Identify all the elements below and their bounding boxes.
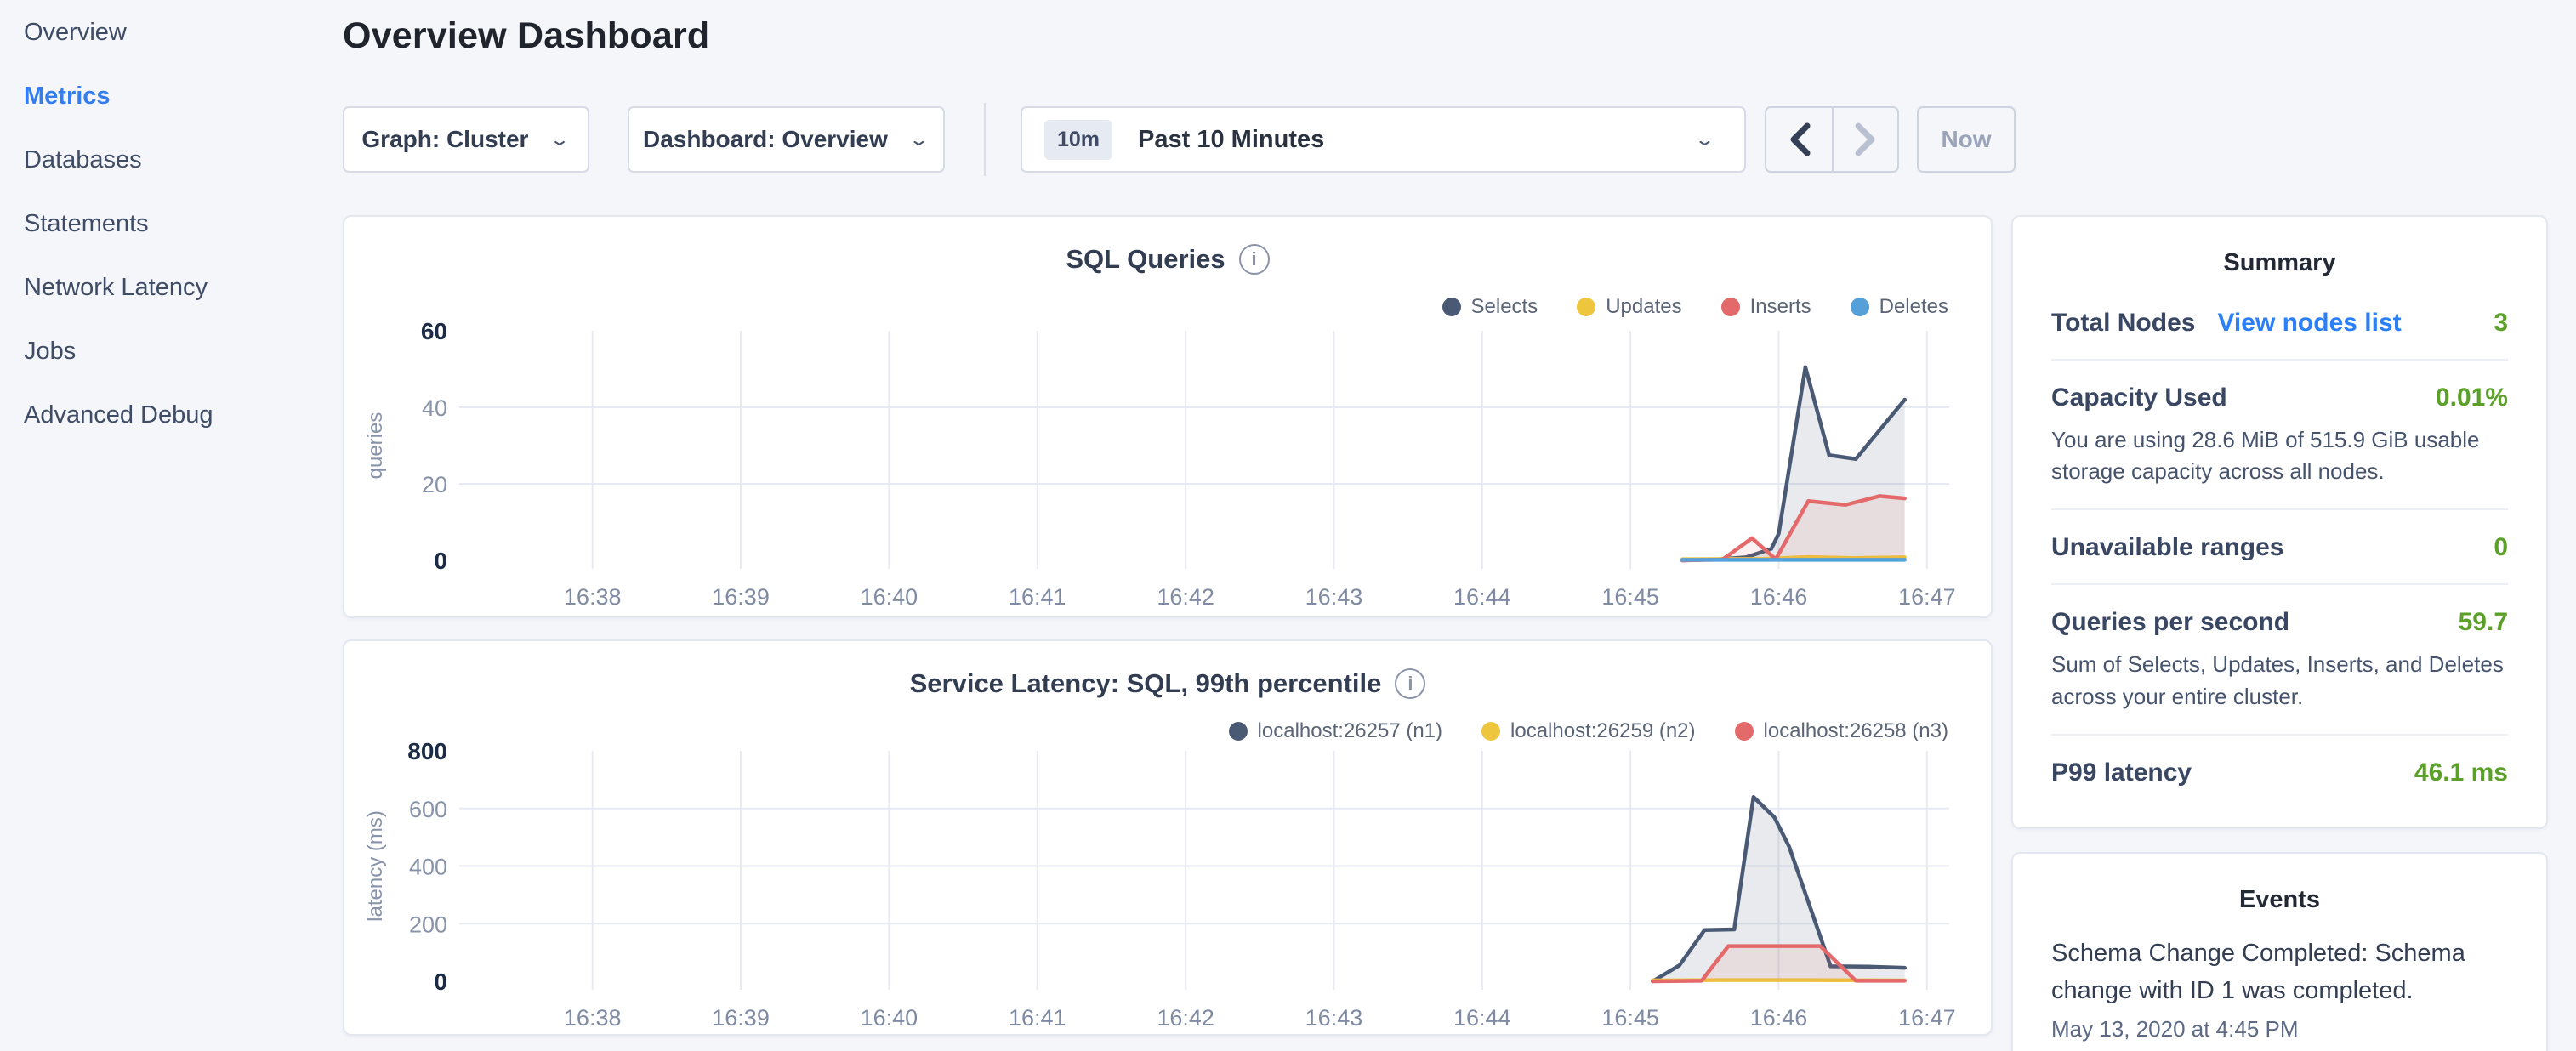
event-items: Schema Change Completed: Schema change w… bbox=[2051, 935, 2508, 1042]
summary-row-value: 0.01% bbox=[2436, 383, 2508, 412]
summary-panel: Summary Total Nodes View nodes list 3 Capac… bbox=[2011, 215, 2548, 829]
summary-row-description: Sum of Selects, Updates, Inserts, and De… bbox=[2051, 649, 2508, 712]
svg-text:16:42: 16:42 bbox=[1157, 584, 1214, 610]
svg-text:16:46: 16:46 bbox=[1750, 1005, 1808, 1031]
summary-row-value: 0 bbox=[2494, 533, 2508, 562]
main-content: Overview Dashboard Graph: Cluster ⌄ Dash… bbox=[343, 0, 1993, 57]
svg-text:200: 200 bbox=[409, 912, 447, 937]
page-title: Overview Dashboard bbox=[343, 15, 1993, 57]
sidebar: OverviewMetricsDatabasesStatementsNetwor… bbox=[0, 0, 340, 447]
toolbar-divider bbox=[984, 103, 986, 176]
svg-text:16:45: 16:45 bbox=[1601, 1005, 1659, 1031]
svg-text:0: 0 bbox=[434, 548, 447, 574]
event-message: Schema Change Completed: Schema change w… bbox=[2051, 935, 2508, 1009]
svg-text:queries: queries bbox=[364, 412, 387, 480]
summary-row-label: Total Nodes bbox=[2051, 309, 2195, 338]
events-title: Events bbox=[2051, 886, 2508, 914]
toolbar: Graph: Cluster ⌄ Dashboard: Overview ⌄ 1… bbox=[343, 106, 2016, 173]
svg-text:16:39: 16:39 bbox=[712, 1005, 770, 1031]
sidebar-item-statements[interactable]: Statements bbox=[0, 192, 340, 256]
time-step-back-button[interactable] bbox=[1766, 108, 1832, 171]
event-timestamp: May 13, 2020 at 4:45 PM bbox=[2051, 1016, 2508, 1042]
svg-text:60: 60 bbox=[421, 318, 447, 344]
chevron-left-icon bbox=[1788, 122, 1811, 156]
dashboard-dropdown-label: Dashboard: Overview bbox=[643, 126, 888, 153]
time-step-buttons bbox=[1765, 106, 1899, 173]
svg-text:latency (ms): latency (ms) bbox=[364, 810, 387, 922]
summary-row-label: Capacity Used bbox=[2051, 383, 2227, 412]
dashboard-dropdown[interactable]: Dashboard: Overview ⌄ bbox=[628, 106, 945, 173]
svg-text:16:38: 16:38 bbox=[564, 584, 622, 610]
sidebar-item-overview[interactable]: Overview bbox=[0, 1, 340, 65]
summary-row: Capacity Used 0.01% You are using 28.6 MiB… bbox=[2051, 359, 2508, 508]
svg-text:16:43: 16:43 bbox=[1305, 1005, 1363, 1031]
summary-row-label: Unavailable ranges bbox=[2051, 533, 2283, 562]
time-range-dropdown[interactable]: 10m Past 10 Minutes ⌄ bbox=[1021, 106, 1746, 173]
summary-row-label: P99 latency bbox=[2051, 758, 2192, 787]
summary-row-value: 46.1 ms bbox=[2414, 758, 2508, 787]
sidebar-item-jobs[interactable]: Jobs bbox=[0, 320, 340, 383]
summary-row-value: 3 bbox=[2494, 309, 2508, 338]
events-panel: Events Schema Change Completed: Schema c… bbox=[2011, 852, 2548, 1051]
svg-text:16:43: 16:43 bbox=[1305, 584, 1363, 610]
sidebar-item-metrics[interactable]: Metrics bbox=[0, 65, 340, 128]
svg-text:600: 600 bbox=[409, 797, 447, 822]
time-step-forward-button[interactable] bbox=[1832, 108, 1897, 171]
now-button[interactable]: Now bbox=[1917, 106, 2016, 173]
view-nodes-list-link[interactable]: View nodes list bbox=[2217, 309, 2401, 338]
svg-text:16:44: 16:44 bbox=[1453, 584, 1511, 610]
summary-row-label: Queries per second bbox=[2051, 608, 2289, 637]
svg-text:20: 20 bbox=[422, 472, 447, 497]
svg-text:400: 400 bbox=[409, 855, 447, 880]
svg-text:40: 40 bbox=[422, 395, 447, 421]
chevron-right-icon bbox=[1855, 122, 1877, 156]
svg-text:16:47: 16:47 bbox=[1898, 584, 1956, 610]
summary-row-value: 59.7 bbox=[2459, 608, 2508, 637]
summary-row: P99 latency 46.1 ms bbox=[2051, 734, 2508, 809]
svg-text:800: 800 bbox=[407, 738, 447, 764]
summary-row: Total Nodes View nodes list 3 bbox=[2051, 286, 2508, 359]
sidebar-item-databases[interactable]: Databases bbox=[0, 128, 340, 192]
svg-text:16:39: 16:39 bbox=[712, 584, 770, 610]
sql-queries-chart-card: SQL QueriesiSelectsUpdatesInsertsDeletes… bbox=[343, 215, 1993, 618]
service-latency-chart-card: Service Latency: SQL, 99th percentileilo… bbox=[343, 639, 1993, 1036]
chevron-down-icon: ⌄ bbox=[549, 129, 570, 151]
svg-text:16:41: 16:41 bbox=[1009, 584, 1066, 610]
chart-plot: 16:38 16:39 16:40 16:41 16:42 16:43 16:44 16:45… bbox=[344, 217, 1991, 616]
chevron-down-icon: ⌄ bbox=[1694, 129, 1715, 151]
graph-scope-dropdown[interactable]: Graph: Cluster ⌄ bbox=[343, 106, 589, 173]
svg-text:16:47: 16:47 bbox=[1898, 1005, 1956, 1031]
svg-text:16:42: 16:42 bbox=[1157, 1005, 1214, 1031]
svg-text:16:40: 16:40 bbox=[861, 584, 918, 610]
summary-rows: Total Nodes View nodes list 3 Capacity Used… bbox=[2051, 286, 2508, 809]
chevron-down-icon: ⌄ bbox=[908, 129, 930, 151]
graph-scope-dropdown-label: Graph: Cluster bbox=[361, 126, 528, 153]
svg-text:16:46: 16:46 bbox=[1750, 584, 1808, 610]
svg-text:16:38: 16:38 bbox=[564, 1005, 622, 1031]
chart-plot: 16:38 16:39 16:40 16:41 16:42 16:43 16:44 16:45… bbox=[344, 641, 1991, 1034]
time-range-badge: 10m bbox=[1044, 120, 1112, 160]
summary-row: Queries per second 59.7 Sum of Selects, Up… bbox=[2051, 583, 2508, 733]
sidebar-item-advanced-debug[interactable]: Advanced Debug bbox=[0, 383, 340, 447]
time-range-label: Past 10 Minutes bbox=[1138, 126, 1324, 154]
svg-text:16:41: 16:41 bbox=[1009, 1005, 1066, 1031]
svg-text:0: 0 bbox=[434, 969, 447, 995]
summary-row-description: You are using 28.6 MiB of 515.9 GiB usab… bbox=[2051, 424, 2508, 487]
svg-text:16:45: 16:45 bbox=[1601, 584, 1659, 610]
summary-title: Summary bbox=[2051, 249, 2508, 277]
svg-text:16:40: 16:40 bbox=[861, 1005, 918, 1031]
summary-row: Unavailable ranges 0 bbox=[2051, 508, 2508, 583]
sidebar-item-network-latency[interactable]: Network Latency bbox=[0, 256, 340, 320]
svg-text:16:44: 16:44 bbox=[1453, 1005, 1511, 1031]
event-item[interactable]: Schema Change Completed: Schema change w… bbox=[2051, 935, 2508, 1042]
